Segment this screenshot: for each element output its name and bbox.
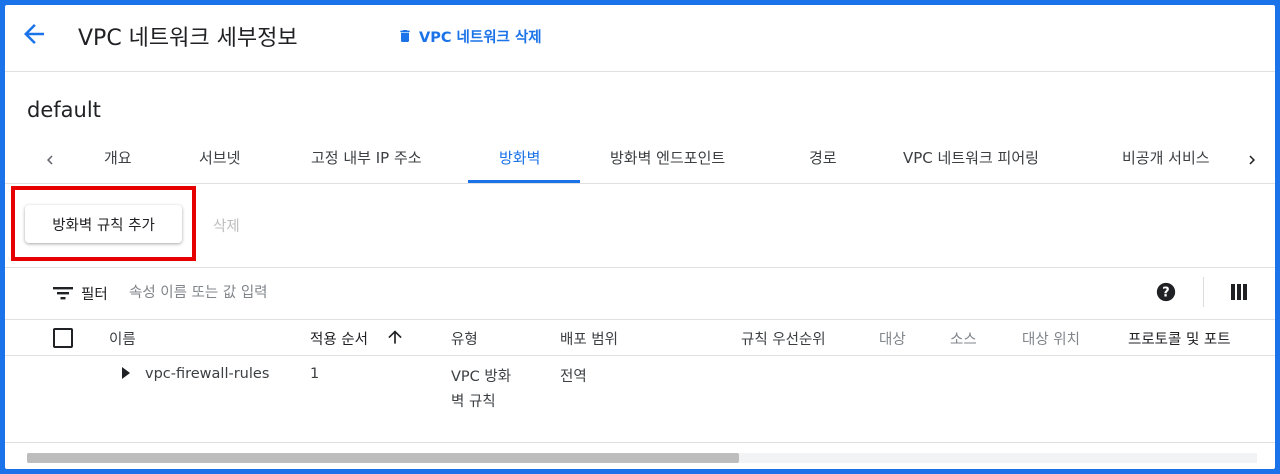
header-divider — [5, 71, 1275, 72]
column-header-priority[interactable]: 규칙 우선순위 — [741, 328, 826, 349]
tabs-divider — [5, 183, 1275, 184]
column-header-scope[interactable]: 배포 범위 — [560, 328, 618, 349]
column-header-targets[interactable]: 대상 — [879, 328, 906, 349]
tab-overview[interactable]: 개요 — [104, 147, 132, 168]
tab-vpc-peering[interactable]: VPC 네트워크 피어링 — [903, 147, 1039, 168]
horizontal-scrollbar-thumb[interactable] — [27, 453, 739, 463]
sort-ascending-icon[interactable] — [385, 326, 405, 348]
toolbar-vertical-divider — [1203, 277, 1204, 307]
column-header-name[interactable]: 이름 — [109, 328, 136, 349]
tabs-scroll-left-button[interactable] — [36, 145, 64, 175]
tab-routes[interactable]: 경로 — [809, 147, 837, 168]
column-header-target-location[interactable]: 대상 위치 — [1022, 328, 1080, 349]
column-header-source[interactable]: 소스 — [950, 328, 977, 349]
page-frame: VPC 네트워크 세부정보 VPC 네트워크 삭제 default 개요 서브넷… — [5, 5, 1275, 469]
row-scope: 전역 — [560, 369, 587, 385]
expand-row-icon[interactable] — [120, 366, 132, 380]
filter-icon[interactable] — [52, 284, 74, 302]
delete-vpc-label: VPC 네트워크 삭제 — [419, 29, 542, 46]
filter-input[interactable] — [129, 279, 729, 307]
select-all-checkbox[interactable] — [53, 328, 73, 348]
network-name: default — [27, 98, 101, 122]
row-type: VPC 방화벽 규칙 — [451, 369, 512, 410]
help-icon[interactable]: ? — [1155, 281, 1177, 303]
chevron-left-icon — [47, 155, 53, 165]
row-order: 1 — [310, 366, 320, 382]
row-name[interactable]: vpc-firewall-rules — [145, 366, 269, 382]
tabs-scroll-right-button[interactable] — [1238, 145, 1266, 175]
delete-button[interactable]: 삭제 — [213, 215, 240, 236]
toolbar-divider — [5, 267, 1275, 268]
table-top-border — [5, 319, 1275, 320]
tab-private-services[interactable]: 비공개 서비스 — [1122, 147, 1228, 168]
table-header-divider — [5, 355, 1275, 356]
delete-vpc-button[interactable]: VPC 네트워크 삭제 — [397, 23, 542, 49]
svg-text:?: ? — [1162, 286, 1169, 301]
tab-firewall[interactable]: 방화벽 — [499, 147, 540, 168]
column-header-type[interactable]: 유형 — [451, 328, 478, 349]
row-divider — [5, 442, 1275, 443]
tab-firewall-endpoints[interactable]: 방화벽 엔드포인트 — [610, 147, 725, 168]
tab-subnets[interactable]: 서브넷 — [199, 147, 240, 168]
chevron-right-icon — [1249, 155, 1255, 165]
column-header-order[interactable]: 적용 순서 — [310, 328, 368, 349]
page-title: VPC 네트워크 세부정보 — [78, 26, 298, 51]
filter-label: 필터 — [81, 287, 108, 303]
tab-static-internal-ip[interactable]: 고정 내부 IP 주소 — [311, 147, 422, 168]
column-header-protocols-ports[interactable]: 프로토콜 및 포트 — [1128, 328, 1231, 349]
arrow-back-icon[interactable] — [19, 19, 49, 49]
highlight-annotation-box — [11, 186, 196, 261]
column-display-options-icon[interactable] — [1229, 282, 1249, 302]
trash-icon — [400, 30, 410, 42]
